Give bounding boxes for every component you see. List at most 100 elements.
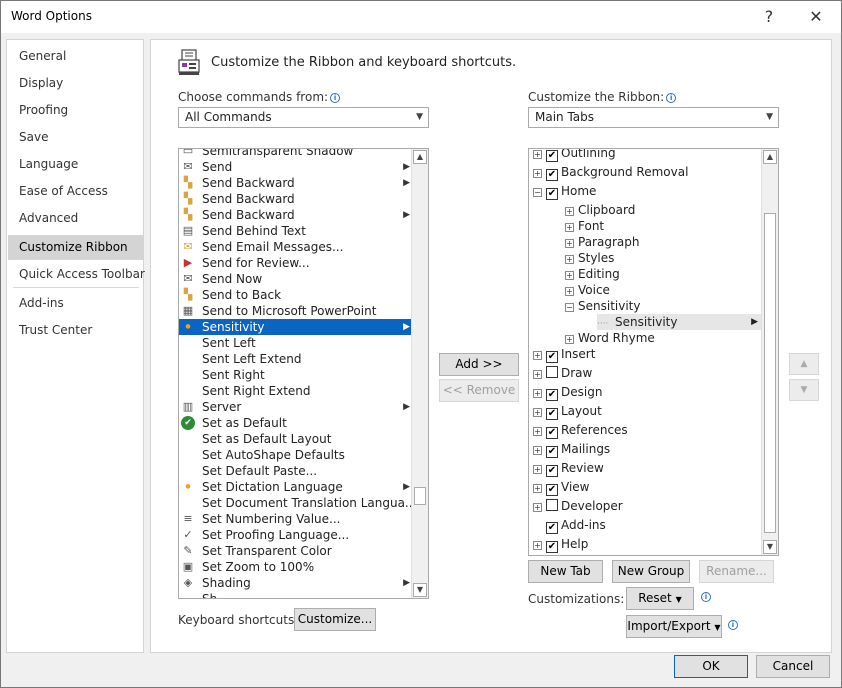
expand-icon[interactable]: + [565,287,574,296]
ribbon-tree-item[interactable]: + ✔ References [533,421,628,440]
ribbon-tree-item[interactable]: + ✔ Background Removal [533,163,688,182]
ribbon-tree-item[interactable]: + ✔ Help [533,535,588,554]
ribbon-tree-item[interactable]: + Word Rhyme [565,330,655,346]
import-export-button[interactable]: Import/Export ▼ [626,615,722,638]
nav-item-display[interactable]: Display [8,71,143,96]
checked-checkbox[interactable]: ✔ [546,188,558,200]
expand-icon[interactable]: + [533,541,542,550]
ribbon-tree-item[interactable]: ···· Sensitivity ▶ [597,314,762,330]
ribbon-tree-item[interactable]: − ✔ Home [533,182,596,201]
expand-icon[interactable]: + [533,503,542,512]
command-item[interactable]: ✔ Set as Default [179,415,412,431]
ribbon-tree-item[interactable]: + Styles [565,250,614,266]
move-down-button[interactable]: ▼ [789,379,819,401]
customize-ribbon-dropdown[interactable]: Main Tabs ▼ [528,107,779,128]
ribbon-tree-item[interactable]: + Voice [565,282,610,298]
scroll-thumb[interactable] [414,487,426,505]
command-item[interactable]: Set as Default Layout [179,431,412,447]
checked-checkbox[interactable]: ✔ [546,427,558,439]
ribbon-tree-item[interactable]: + Font [565,218,604,234]
command-item[interactable]: Sent Left [179,335,412,351]
command-item[interactable]: ● Set Dictation Language ▶ [179,479,412,495]
checked-checkbox[interactable]: ✔ [546,465,558,477]
nav-item-language[interactable]: Language [8,152,143,177]
cancel-button[interactable]: Cancel [756,655,830,678]
unchecked-checkbox[interactable] [546,499,558,511]
nav-item-proofing[interactable]: Proofing [8,98,143,123]
ribbon-tree-item[interactable]: + ✔ Insert [533,345,595,364]
command-item[interactable]: Sent Left Extend [179,351,412,367]
scroll-down-icon[interactable]: ▼ [413,583,427,597]
command-item[interactable]: ▣ Set Zoom to 100% [179,559,412,575]
command-item[interactable]: ▶ Send for Review... [179,255,412,271]
command-item[interactable]: Sent Right [179,367,412,383]
command-item[interactable]: ▤ Send Behind Text [179,223,412,239]
expand-icon[interactable]: + [533,446,542,455]
ribbon-tree-item[interactable]: + ✔ Layout [533,402,602,421]
commands-scrollbar[interactable]: ▲ ▼ [411,149,428,598]
command-item[interactable]: ● Sensitivity ▶ [179,319,412,335]
scroll-down-icon[interactable]: ▼ [763,540,777,554]
add-button[interactable]: Add >> [439,353,519,376]
command-item[interactable]: ▚ Send Backward ▶ [179,207,412,223]
expand-icon[interactable]: + [533,408,542,417]
command-item[interactable]: Sent Right Extend [179,383,412,399]
ok-button[interactable]: OK [674,655,748,678]
ribbon-tree-item[interactable]: + Paragraph [565,234,639,250]
checked-checkbox[interactable]: ✔ [546,408,558,420]
command-item[interactable]: ✉ Send Now [179,271,412,287]
checked-checkbox[interactable]: ✔ [546,351,558,363]
move-up-button[interactable]: ▲ [789,353,819,375]
command-item[interactable]: ▭ Semitransparent Shadow [179,149,412,159]
ribbon-tree-item[interactable]: + ✔ Review [533,459,604,478]
command-item[interactable]: ▥ Server ▶ [179,399,412,415]
info-icon[interactable]: i [666,93,677,103]
command-item[interactable]: ≡ Set Numbering Value... [179,511,412,527]
collapse-icon[interactable]: − [565,303,574,312]
new-group-button[interactable]: New Group [612,560,690,583]
info-icon[interactable]: i [701,592,711,602]
command-item[interactable]: Sh... [179,591,412,598]
command-item[interactable]: ▦ Send to Microsoft PowerPoint [179,303,412,319]
checked-checkbox[interactable]: ✔ [546,541,558,553]
nav-item-customize-ribbon[interactable]: Customize Ribbon [8,235,143,260]
ribbon-tree-item[interactable]: + Developer [533,497,623,516]
nav-item-advanced[interactable]: Advanced [8,206,143,231]
command-item[interactable]: Set Document Translation Langua... [179,495,416,511]
tree-scrollbar[interactable]: ▲ ▼ [761,149,778,555]
nav-item-quick-access-toolbar[interactable]: Quick Access Toolbar [8,262,145,287]
expand-icon[interactable]: + [533,370,542,379]
nav-item-ease-of-access[interactable]: Ease of Access [8,179,143,204]
collapse-icon[interactable]: − [533,188,542,197]
new-tab-button[interactable]: New Tab [528,560,603,583]
command-item[interactable]: ✉ Send Email Messages... [179,239,412,255]
expand-icon[interactable]: + [533,351,542,360]
help-icon[interactable]: ? [756,5,782,29]
expand-icon[interactable]: + [565,239,574,248]
command-item[interactable]: ✎ Set Transparent Color [179,543,412,559]
commands-list[interactable]: Sh... ◈ Shading ▶ ▣ Set Zoom to 100% ✎ Set Tran… [178,148,429,599]
expand-icon[interactable]: + [533,465,542,474]
unchecked-checkbox[interactable] [546,366,558,378]
scroll-up-icon[interactable]: ▲ [763,150,777,164]
remove-button[interactable]: << Remove [439,379,519,402]
nav-item-add-ins[interactable]: Add-ins [8,291,143,316]
info-icon[interactable]: i [728,620,738,630]
expand-icon[interactable]: + [533,484,542,493]
expand-icon[interactable]: + [533,389,542,398]
command-item[interactable]: Set Default Paste... [179,463,412,479]
expand-icon[interactable]: + [565,223,574,232]
command-item[interactable]: ▚ Send to Back [179,287,412,303]
checked-checkbox[interactable]: ✔ [546,446,558,458]
expand-icon[interactable]: + [565,271,574,280]
expand-icon[interactable]: + [565,335,574,344]
checked-checkbox[interactable]: ✔ [546,389,558,401]
command-item[interactable]: ✉ Send ▶ [179,159,412,175]
checked-checkbox[interactable]: ✔ [546,522,558,534]
checked-checkbox[interactable]: ✔ [546,150,558,162]
ribbon-tree-item[interactable]: + Draw [533,364,592,383]
ribbon-tree-item[interactable]: + Clipboard [565,202,635,218]
command-item[interactable]: ▚ Send Backward [179,191,412,207]
expand-icon[interactable]: + [565,255,574,264]
command-item[interactable]: ▚ Send Backward ▶ [179,175,412,191]
